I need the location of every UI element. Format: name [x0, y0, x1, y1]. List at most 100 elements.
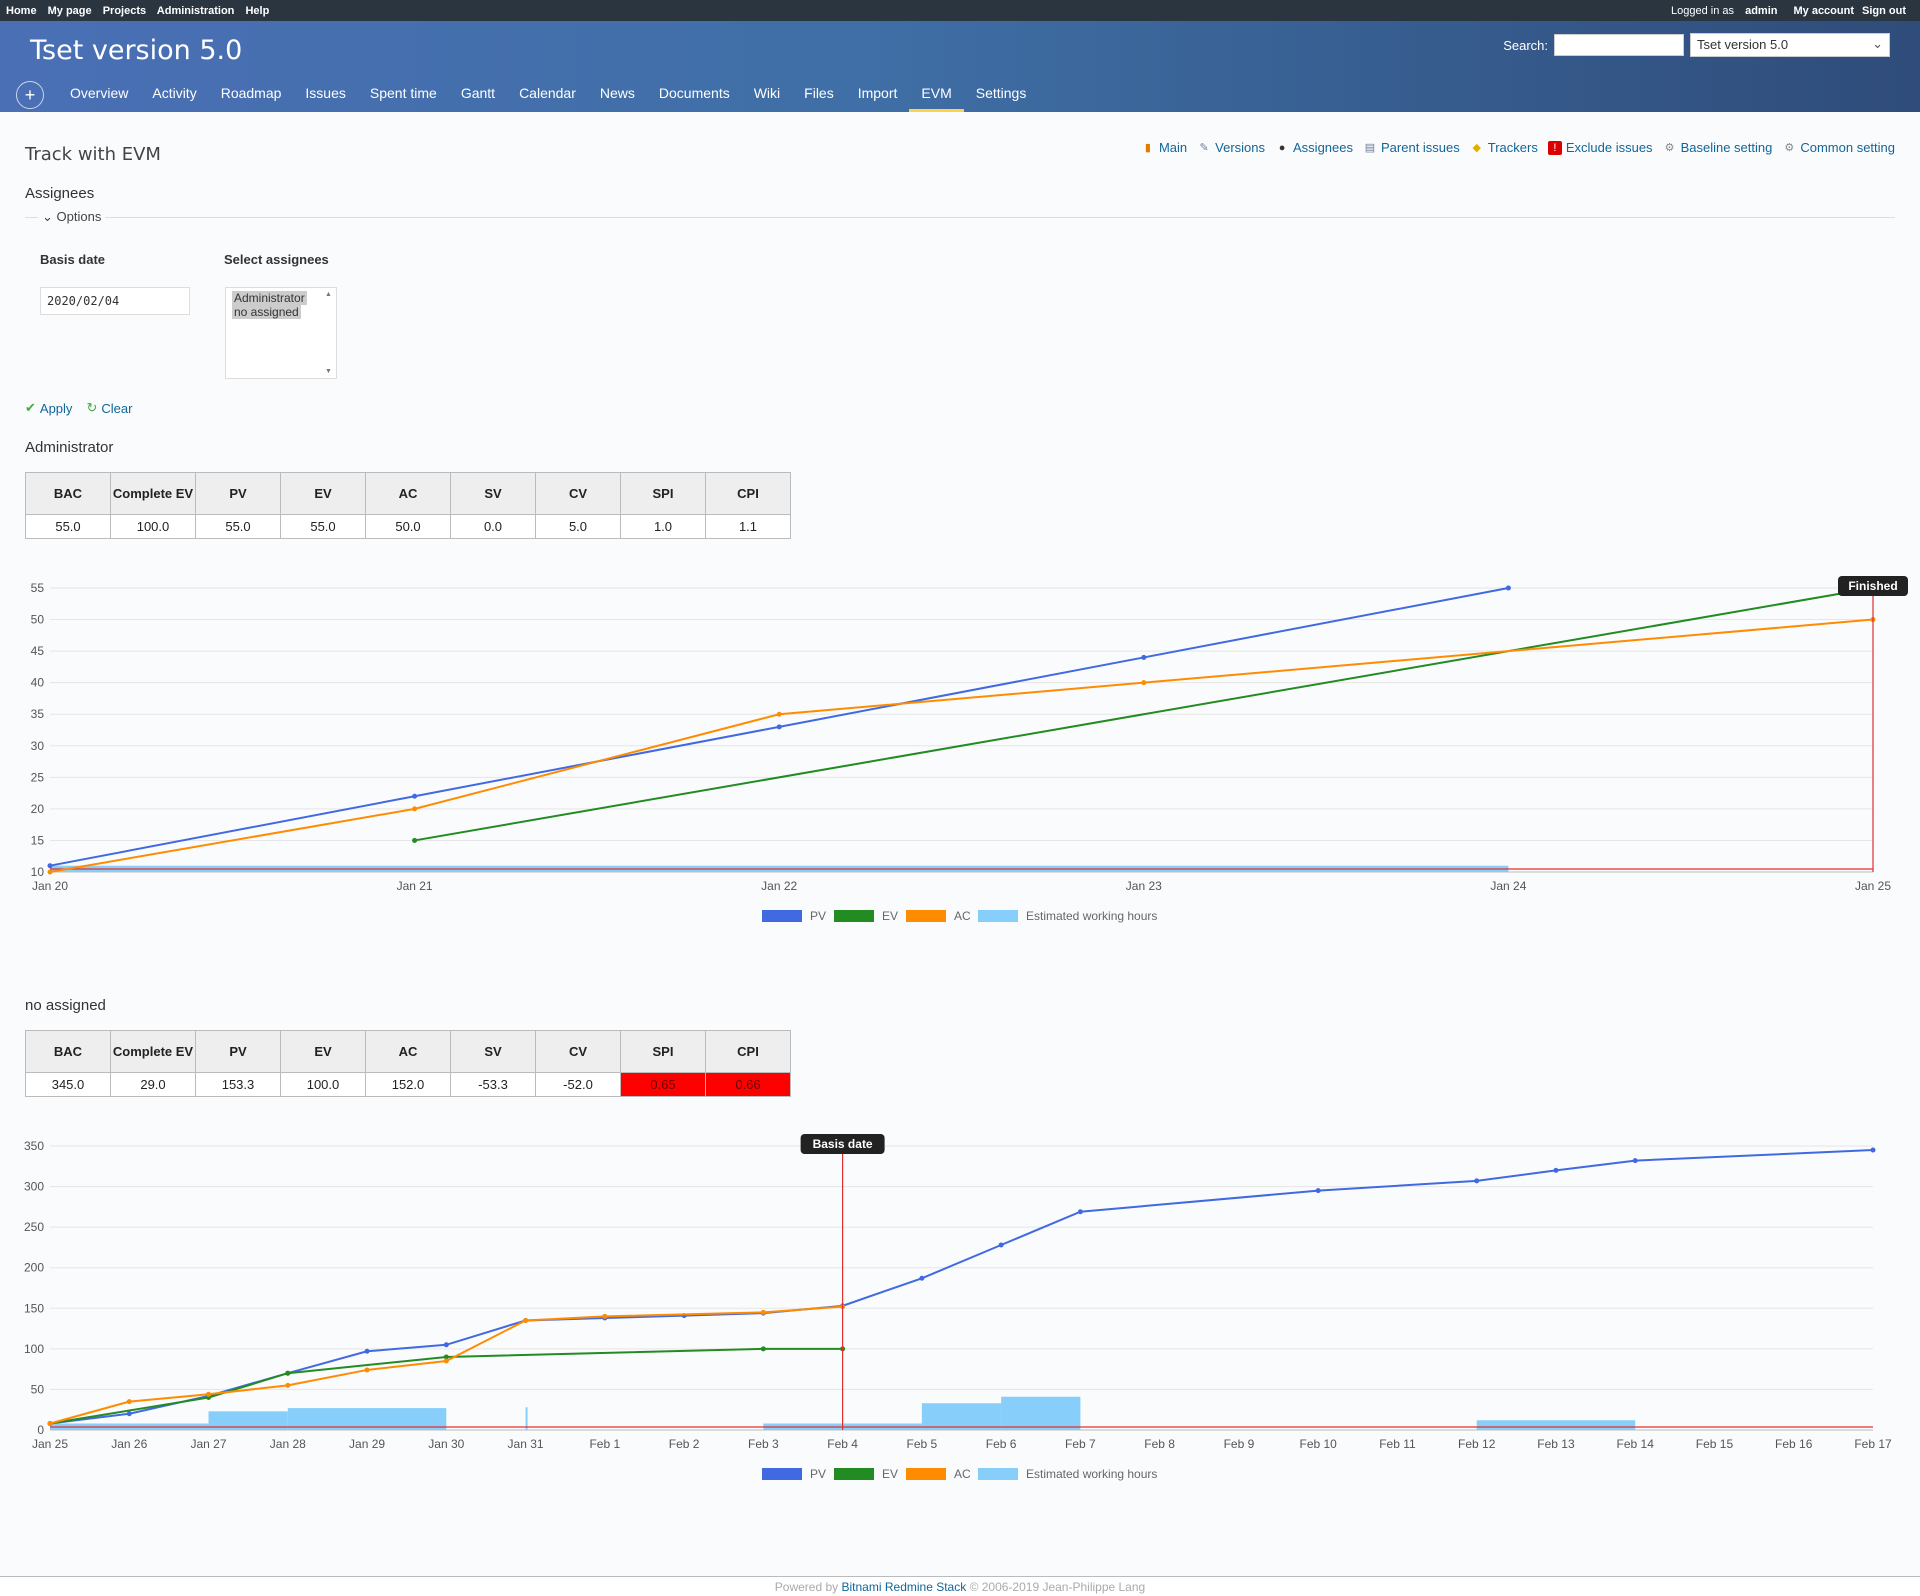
top-menu-left: Home My page Projects Administration Hel… [6, 5, 277, 17]
assignees-multiselect[interactable]: Administrator no assigned ▲ ▼ [225, 287, 337, 379]
tab-import[interactable]: Import [846, 85, 910, 112]
tab-evm[interactable]: EVM [909, 85, 964, 112]
list-scrollbar[interactable]: ▲ ▼ [325, 291, 333, 375]
legend-swatch [978, 1468, 1018, 1480]
top-link-home[interactable]: Home [6, 5, 37, 17]
data-point-pv [1870, 1147, 1876, 1153]
data-point-pv [776, 724, 782, 730]
tab-issues[interactable]: Issues [293, 85, 357, 112]
x-tick-label: Feb 17 [1854, 1437, 1892, 1451]
data-point-pv [1553, 1167, 1559, 1173]
x-tick-label: Jan 30 [428, 1437, 464, 1451]
column-header: CV [535, 1030, 621, 1073]
top-link-help[interactable]: Help [245, 5, 269, 17]
parent-issues-link[interactable]: ▤ Parent issues [1363, 140, 1460, 155]
top-link-projects[interactable]: Projects [103, 5, 146, 17]
apply-button[interactable]: ✔ Apply [25, 400, 72, 416]
data-point-pv [998, 1242, 1004, 1248]
legend-label: EV [882, 1467, 898, 1481]
common-setting-link[interactable]: ⚙ Common setting [1782, 140, 1895, 155]
reload-icon: ↻ [86, 400, 98, 415]
chart-svg-no-assigned: 0 50 100 150 200 250 300 350 Jan 25 Jan 26 Jan 27 J… [24, 1134, 1892, 1481]
data-point-pv [919, 1275, 925, 1281]
data-point-ac [47, 869, 53, 875]
exclamation-icon: ! [1547, 140, 1562, 155]
legend-swatch [834, 910, 874, 922]
assignees-link[interactable]: ● Assignees [1275, 140, 1353, 155]
footer-link[interactable]: Bitnami Redmine Stack [842, 1580, 967, 1594]
column-header: Complete EV [110, 472, 196, 515]
x-tick-label: Feb 1 [589, 1437, 620, 1451]
tab-calendar[interactable]: Calendar [507, 85, 588, 112]
search-input[interactable] [1554, 34, 1684, 56]
scroll-down-icon[interactable]: ▼ [325, 368, 333, 375]
options-toggle[interactable]: ⌄ Options [38, 209, 106, 225]
data-point-pv [364, 1348, 370, 1354]
tab-activity[interactable]: Activity [140, 85, 208, 112]
column-header: PV [195, 1030, 281, 1073]
main-link[interactable]: ▮ Main [1141, 140, 1187, 155]
baseline-setting-link[interactable]: ⚙ Baseline setting [1663, 140, 1773, 155]
y-tick-label: 250 [24, 1220, 44, 1234]
chart-svg-administrator: 10 15 20 25 30 35 40 45 50 55 Jan 20 Jan 21 Jan 22 Ja… [31, 576, 1908, 923]
project-jump-value: Tset version 5.0 [1697, 37, 1789, 52]
x-tick-label: Feb 14 [1617, 1437, 1655, 1451]
top-link-my-page[interactable]: My page [48, 5, 92, 17]
tab-overview[interactable]: Overview [58, 85, 140, 112]
y-tick-label: 0 [37, 1423, 44, 1437]
my-account-link[interactable]: My account [1793, 5, 1854, 17]
versions-link[interactable]: ✎ Versions [1197, 140, 1265, 155]
page-title: Track with EVM [25, 144, 161, 165]
trackers-link-label: Trackers [1487, 140, 1538, 155]
x-tick-label: Feb 11 [1379, 1437, 1416, 1451]
contextual-links: ▮ Main ✎ Versions ● Assignees ▤ Parent issue… [1141, 140, 1895, 155]
column-header: Complete EV [110, 1030, 196, 1073]
exclude-issues-link[interactable]: ! Exclude issues [1547, 140, 1653, 155]
table-row: 345.0 29.0 153.3 100.0 152.0 -53.3 -52.0 0.65 0.… [25, 1072, 791, 1097]
tab-settings[interactable]: Settings [964, 85, 1039, 112]
data-point-ac [776, 711, 782, 717]
logged-in-user[interactable]: admin [1745, 5, 1777, 17]
content: Track with EVM ▮ Main ✎ Versions ● Assignee… [0, 112, 1920, 1576]
new-object-icon[interactable]: + [16, 81, 44, 109]
tab-files[interactable]: Files [792, 85, 846, 112]
legend-label: PV [810, 909, 826, 923]
data-point-ac [602, 1313, 608, 1319]
trackers-link[interactable]: ◆ Trackers [1470, 140, 1538, 155]
column-header: SPI [620, 1030, 706, 1073]
scroll-up-icon[interactable]: ▲ [325, 291, 333, 298]
tab-news[interactable]: News [588, 85, 647, 112]
header: Tset version 5.0 Search: Tset version 5.… [0, 21, 1920, 112]
data-point-ac [126, 1399, 132, 1405]
top-link-administration[interactable]: Administration [157, 5, 235, 17]
y-tick-label: 10 [31, 865, 45, 879]
estimated-hours-bar [921, 1403, 1002, 1430]
tab-spent-time[interactable]: Spent time [358, 85, 449, 112]
estimated-hours-bar [1476, 1420, 1636, 1430]
data-point-ev [760, 1346, 766, 1352]
x-tick-label: Feb 16 [1775, 1437, 1813, 1451]
tab-documents[interactable]: Documents [647, 85, 742, 112]
section-title-no-assigned: no assigned [25, 997, 106, 1014]
project-jump-select[interactable]: Tset version 5.0 ⌄ [1690, 33, 1890, 57]
legend-swatch [978, 910, 1018, 922]
assignee-option[interactable]: Administrator [232, 291, 307, 305]
chevron-down-icon: ⌄ [42, 209, 53, 224]
tab-gantt[interactable]: Gantt [449, 85, 507, 112]
basis-date-input[interactable]: 2020/02/04 [40, 287, 190, 315]
clear-button[interactable]: ↻ Clear [86, 400, 132, 416]
x-tick-label: Jan 27 [191, 1437, 227, 1451]
sign-out-link[interactable]: Sign out [1862, 5, 1906, 17]
column-header: BAC [25, 472, 111, 515]
data-point-ac [760, 1309, 766, 1315]
column-header: CPI [705, 472, 791, 515]
data-point-pv [412, 793, 418, 799]
x-tick-label: Feb 5 [907, 1437, 938, 1451]
series-line-ac [49, 1305, 843, 1425]
tab-roadmap[interactable]: Roadmap [209, 85, 294, 112]
table-cell: 55.0 [25, 514, 111, 539]
assignee-option[interactable]: no assigned [232, 305, 301, 319]
table-cell: 0.0 [450, 514, 536, 539]
column-header: PV [195, 472, 281, 515]
tab-wiki[interactable]: Wiki [742, 85, 792, 112]
